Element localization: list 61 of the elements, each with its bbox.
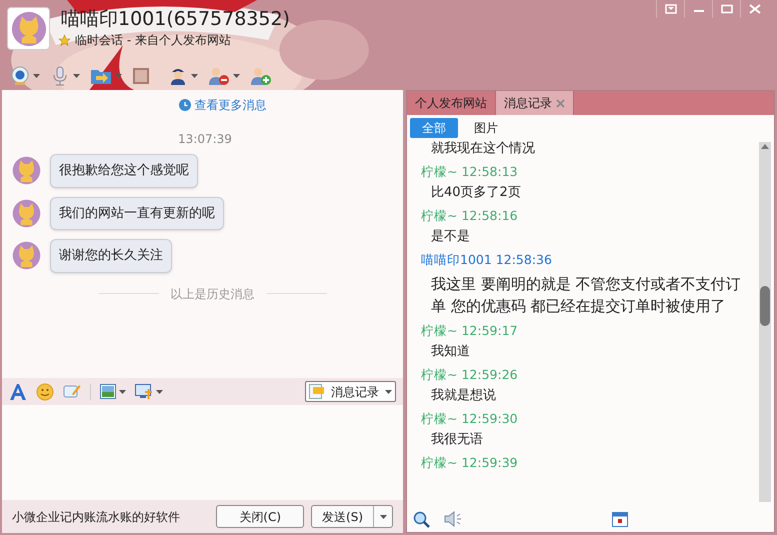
- message-bubble: 我们的网站一直有更新的呢: [50, 196, 224, 230]
- caret-icon: [380, 514, 386, 518]
- history-message: 就我现在这个情况: [430, 140, 536, 158]
- scrollbar[interactable]: [759, 142, 771, 502]
- webcam-icon[interactable]: [10, 66, 30, 86]
- caret-icon: [191, 74, 198, 78]
- add-contact-icon[interactable]: [250, 66, 272, 86]
- image-icon[interactable]: [100, 384, 116, 399]
- search-icon[interactable]: [413, 510, 430, 528]
- caret-icon: [73, 74, 80, 78]
- avatar-frame[interactable]: [7, 7, 50, 50]
- history-sender-time: 柠檬~ 12:58:13: [421, 163, 519, 181]
- remove-contact-icon[interactable]: [208, 66, 230, 86]
- screenshot-icon[interactable]: [135, 384, 153, 400]
- ad-text: 小微企业记内账流水账的好软件: [12, 508, 180, 526]
- close-icon[interactable]: [556, 98, 565, 108]
- message-time: 13:07:39: [178, 131, 232, 148]
- message-bubble: 谢谢您的长久关注: [50, 239, 172, 272]
- message-history-button[interactable]: 消息记录: [305, 381, 396, 402]
- caret-icon: [233, 74, 240, 78]
- scrollbar-thumb[interactable]: [760, 286, 770, 326]
- filter-tab[interactable]: 图片: [462, 118, 510, 138]
- filter-tab[interactable]: 全部: [410, 118, 458, 138]
- speaker-icon[interactable]: [444, 511, 462, 527]
- cat-avatar-icon: [12, 156, 41, 186]
- history-sender-time: 喵喵印1001 12:58:36: [421, 251, 553, 269]
- calendar-icon[interactable]: [612, 511, 628, 527]
- cat-avatar-icon: [12, 241, 41, 270]
- history-sender-time: 柠檬~ 12:59:26: [421, 366, 519, 384]
- contact-name: 喵喵印1001(657578352): [61, 7, 290, 31]
- history-sender-time: 柠檬~ 12:58:16: [421, 207, 519, 225]
- smiley-icon[interactable]: [36, 382, 54, 400]
- caret-icon: [119, 390, 126, 394]
- officer-icon[interactable]: [168, 66, 188, 86]
- history-sender-time: 柠檬~ 12:59:17: [421, 322, 519, 340]
- history-sender-time: 柠檬~ 12:59:30: [421, 410, 519, 428]
- session-subtitle: 临时会话 - 来自个人发布网站: [75, 32, 231, 49]
- history-message: 是不是: [430, 228, 471, 246]
- close-button[interactable]: 关闭(C): [216, 505, 304, 528]
- star-icon: [58, 34, 71, 46]
- caret-icon: [156, 390, 163, 394]
- history-sender-time: 柠檬~ 12:59:39: [421, 454, 519, 472]
- caret-icon: [33, 74, 40, 78]
- cat-avatar-icon: [12, 198, 41, 228]
- history-message: 我就是想说: [430, 387, 497, 405]
- history-message: 我很无语: [430, 431, 484, 449]
- history-message: 我知道: [430, 343, 471, 361]
- note-edit-icon[interactable]: [63, 382, 81, 400]
- send-button[interactable]: 发送(S): [311, 505, 393, 528]
- history-message: 我这里 要阐明的就是 不管您支付或者不支付订单 您的优惠码 都已经在提交订单时被使用了: [430, 274, 742, 317]
- font-icon[interactable]: [9, 384, 27, 400]
- side-tab[interactable]: 消息记录: [496, 91, 574, 115]
- caret-icon: [115, 74, 122, 78]
- scroll-up-icon[interactable]: [761, 144, 769, 149]
- caret-icon: [385, 390, 392, 394]
- cat-avatar-icon: [10, 10, 46, 46]
- view-more-messages-link[interactable]: 查看更多消息: [194, 96, 266, 114]
- history-divider-label: 以上是历史消息: [170, 286, 254, 302]
- message-bubble: 很抱歉给您这个感觉呢: [50, 154, 198, 188]
- history-message: 比40页多了2页: [430, 184, 522, 202]
- clock-icon: [178, 99, 190, 111]
